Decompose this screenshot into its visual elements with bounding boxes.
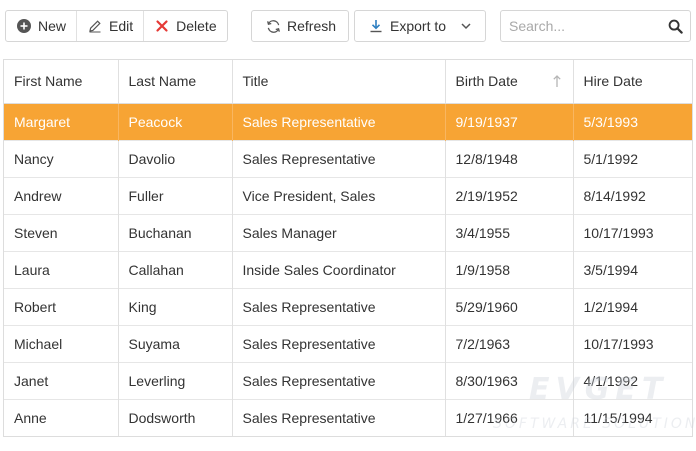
cell-last-name: Dodsworth <box>118 398 233 436</box>
cell-hire-date: 10/17/1993 <box>573 213 692 251</box>
chevron-down-icon <box>458 18 474 34</box>
cell-first-name: Margaret <box>4 102 119 140</box>
cell-last-name: Davolio <box>118 139 233 177</box>
cell-title: Sales Representative <box>232 287 446 325</box>
search-input[interactable] <box>501 12 660 40</box>
cell-birth-date: 9/19/1937 <box>445 102 574 140</box>
cell-first-name: Anne <box>4 398 119 436</box>
column-header-hire-date[interactable]: Hire Date <box>573 60 692 104</box>
cell-title: Sales Manager <box>232 213 446 251</box>
cell-hire-date: 11/15/1994 <box>573 398 692 436</box>
cell-title: Sales Representative <box>232 398 446 436</box>
column-header-first-name[interactable]: First Name <box>4 60 119 104</box>
table-row[interactable]: Steven Buchanan Sales Manager 3/4/1955 1… <box>4 213 692 251</box>
cell-hire-date: 5/3/1993 <box>573 102 692 140</box>
sort-ascending-icon <box>551 74 563 88</box>
table-row[interactable]: Laura Callahan Inside Sales Coordinator … <box>4 250 692 288</box>
edit-button[interactable]: Edit <box>76 11 143 41</box>
search-icon[interactable] <box>660 11 690 41</box>
cell-title: Sales Representative <box>232 324 446 362</box>
toolbar: New Edit Delete Refresh Export to Search… <box>5 10 691 42</box>
delete-button[interactable]: Delete <box>143 11 226 41</box>
pencil-icon <box>87 18 103 34</box>
cell-title: Sales Representative <box>232 139 446 177</box>
delete-button-label: Delete <box>176 18 217 34</box>
cell-birth-date: 3/4/1955 <box>445 213 574 251</box>
table-row[interactable]: Janet Leverling Sales Representative 8/3… <box>4 361 692 399</box>
column-header-birth-date-label: Birth Date <box>455 73 518 90</box>
export-dropdown-button[interactable]: Export to <box>354 10 486 42</box>
employee-grid: First Name Last Name Title Birth Date Hi… <box>3 59 693 437</box>
cell-title: Sales Representative <box>232 102 446 140</box>
cell-hire-date: 1/2/1994 <box>573 287 692 325</box>
cell-birth-date: 5/29/1960 <box>445 287 574 325</box>
table-row[interactable]: Andrew Fuller Vice President, Sales 2/19… <box>4 176 692 214</box>
table-row[interactable]: Nancy Davolio Sales Representative 12/8/… <box>4 139 692 177</box>
x-icon <box>154 18 170 34</box>
column-header-title[interactable]: Title <box>232 60 446 104</box>
table-row[interactable]: Anne Dodsworth Sales Representative 1/27… <box>4 398 692 436</box>
table-row[interactable]: Robert King Sales Representative 5/29/19… <box>4 287 692 325</box>
cell-title: Vice President, Sales <box>232 176 446 214</box>
export-button-inner: Export to <box>355 11 474 41</box>
cell-title: Inside Sales Coordinator <box>232 250 446 288</box>
cell-last-name: Buchanan <box>118 213 233 251</box>
header-row: First Name Last Name Title Birth Date Hi… <box>4 60 692 104</box>
download-icon <box>368 18 384 34</box>
cell-birth-date: 7/2/1963 <box>445 324 574 362</box>
plus-circle-icon <box>16 18 32 34</box>
cell-birth-date: 1/9/1958 <box>445 250 574 288</box>
cell-birth-date: 8/30/1963 <box>445 361 574 399</box>
cell-first-name: Janet <box>4 361 119 399</box>
cell-first-name: Laura <box>4 250 119 288</box>
column-header-last-name[interactable]: Last Name <box>118 60 233 104</box>
cell-first-name: Nancy <box>4 139 119 177</box>
cell-title: Sales Representative <box>232 361 446 399</box>
cell-first-name: Andrew <box>4 176 119 214</box>
table-row-selected[interactable]: Margaret Peacock Sales Representative 9/… <box>4 102 692 140</box>
grid-table: First Name Last Name Title Birth Date Hi… <box>4 60 692 436</box>
cell-birth-date: 12/8/1948 <box>445 139 574 177</box>
cell-last-name: Callahan <box>118 250 233 288</box>
refresh-icon <box>265 18 281 34</box>
edit-button-label: Edit <box>109 18 134 34</box>
table-row[interactable]: Michael Suyama Sales Representative 7/2/… <box>4 324 692 362</box>
cell-hire-date: 5/1/1992 <box>573 139 692 177</box>
column-header-birth-date[interactable]: Birth Date <box>445 60 574 104</box>
cell-hire-date: 4/1/1992 <box>573 361 692 399</box>
new-button[interactable]: New <box>6 11 76 41</box>
refresh-button-inner: Refresh <box>252 11 349 41</box>
cell-hire-date: 3/5/1994 <box>573 250 692 288</box>
cell-hire-date: 10/17/1993 <box>573 324 692 362</box>
cell-first-name: Robert <box>4 287 119 325</box>
export-button-label: Export to <box>390 18 447 34</box>
refresh-button-label: Refresh <box>287 18 337 34</box>
cell-last-name: Peacock <box>118 102 233 140</box>
cell-first-name: Steven <box>4 213 119 251</box>
cell-birth-date: 1/27/1966 <box>445 398 574 436</box>
cell-last-name: King <box>118 287 233 325</box>
cell-last-name: Fuller <box>118 176 233 214</box>
cell-hire-date: 8/14/1992 <box>573 176 692 214</box>
cell-last-name: Suyama <box>118 324 233 362</box>
new-button-label: New <box>38 18 67 34</box>
edit-button-group: New Edit Delete <box>5 10 228 42</box>
refresh-button[interactable]: Refresh <box>251 10 349 42</box>
cell-first-name: Michael <box>4 324 119 362</box>
cell-birth-date: 2/19/1952 <box>445 176 574 214</box>
search-box <box>500 10 691 42</box>
cell-last-name: Leverling <box>118 361 233 399</box>
